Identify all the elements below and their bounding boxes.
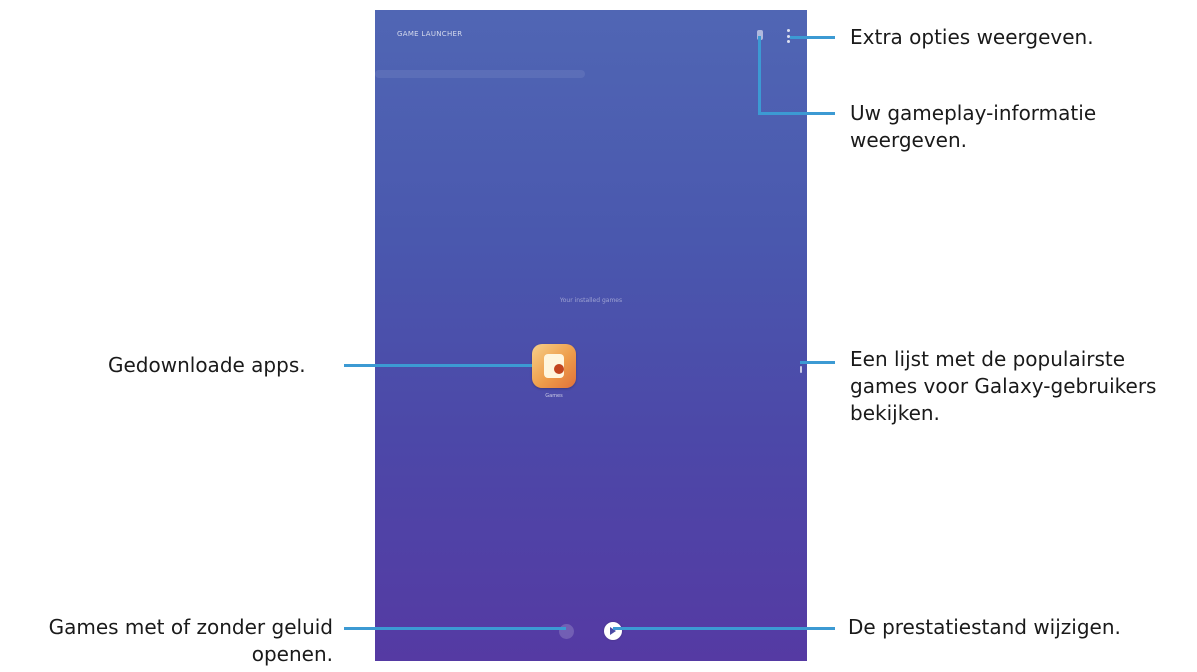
callout-line-popular-games (800, 361, 835, 364)
callout-line-gameplay-vertical (758, 36, 761, 115)
callout-line-more-options (790, 36, 835, 39)
callout-more-options: Extra opties weergeven. (850, 24, 1094, 51)
callout-line-downloaded-apps (344, 364, 532, 367)
callout-line-performance (613, 627, 835, 630)
callout-mute: Games met of zonder geluid openen. (49, 614, 333, 668)
callout-performance-text: De prestatiestand wijzigen. (848, 615, 1121, 639)
callout-gameplay-info-line1: Uw gameplay-informatie (850, 101, 1097, 125)
callout-performance: De prestatiestand wijzigen. (848, 614, 1121, 641)
callout-line-gameplay (758, 112, 835, 115)
game-app-label: Games (545, 393, 563, 399)
callout-more-options-text: Extra opties weergeven. (850, 25, 1094, 49)
header-subtitle (375, 70, 585, 78)
callout-gameplay-info: Uw gameplay-informatie weergeven. (850, 100, 1096, 154)
callout-downloaded-apps: Gedownloade apps. (108, 352, 306, 379)
callout-gameplay-info-line2: weergeven. (850, 128, 968, 152)
callout-popular-games-line3: bekijken. (850, 401, 940, 425)
game-app-icon[interactable] (532, 344, 576, 388)
device-screen: GAME LAUNCHER Your installed games Games (375, 10, 807, 661)
app-title: GAME LAUNCHER (397, 30, 463, 38)
callout-line-mute (344, 627, 566, 630)
callout-mute-line1: Games met of zonder geluid (48, 615, 333, 639)
callout-popular-games-line1: Een lijst met de populairste (850, 347, 1126, 371)
callout-downloaded-apps-text: Gedownloade apps. (108, 353, 306, 377)
games-section-label: Your installed games (559, 297, 623, 304)
performance-mode-icon[interactable] (604, 622, 622, 640)
callout-popular-games: Een lijst met de populairste games voor … (850, 346, 1156, 427)
callout-popular-games-line2: games voor Galaxy-gebruikers (850, 374, 1157, 398)
callout-mute-line2: openen. (251, 642, 333, 666)
edge-handle-icon[interactable] (800, 366, 802, 373)
